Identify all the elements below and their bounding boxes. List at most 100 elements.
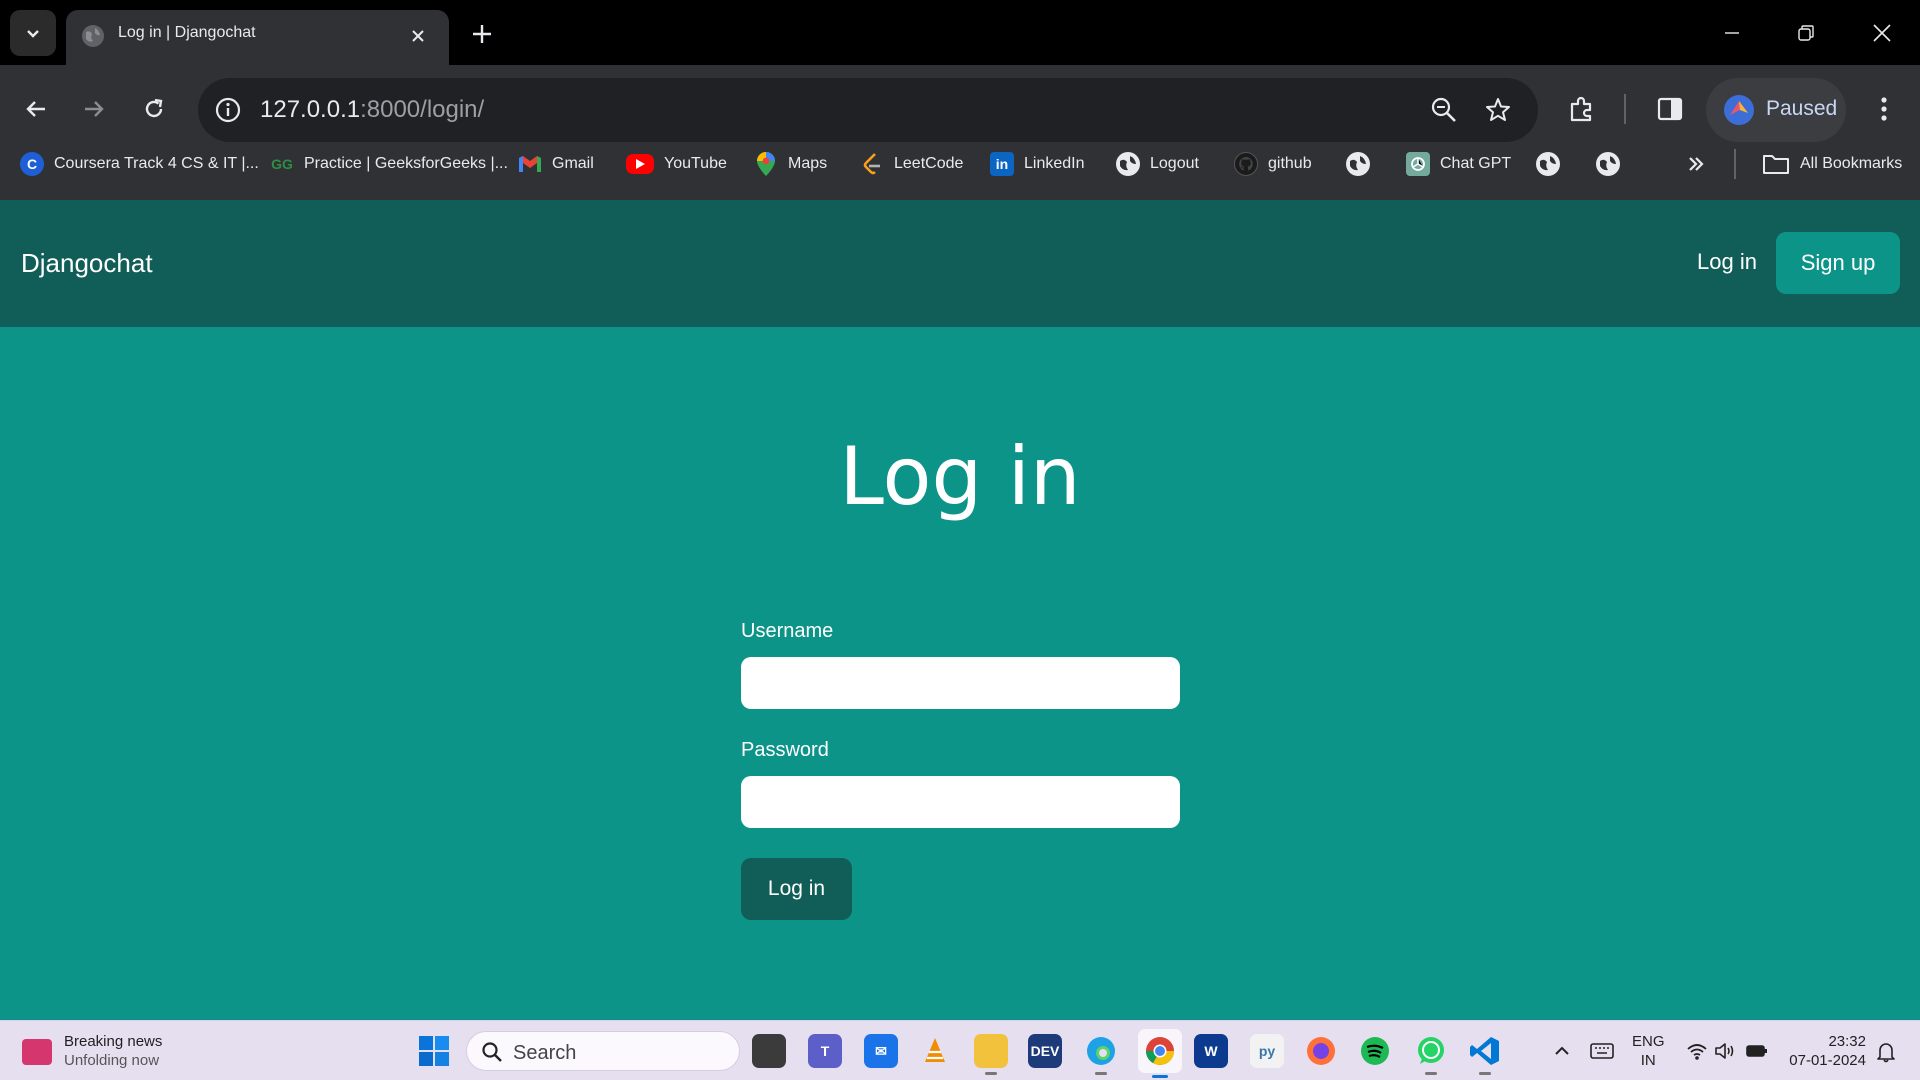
globe-icon [82,25,104,47]
bookmark-coursera[interactable]: C Coursera Track 4 CS & IT |... [20,142,259,186]
spotify-icon[interactable] [1358,1034,1392,1068]
side-panel-button[interactable] [1648,87,1692,131]
bookmark-chatgpt[interactable]: Chat GPT [1406,142,1511,186]
bookmark-globe-2[interactable] [1536,142,1560,186]
globe-icon [1596,152,1620,176]
keyboard-icon[interactable] [1590,1041,1614,1061]
firefox-icon[interactable] [1304,1034,1338,1068]
vlc-icon[interactable] [918,1034,952,1068]
gmail-icon [518,152,542,176]
vscode-icon[interactable] [1468,1034,1502,1075]
more-vertical-icon [1881,97,1887,121]
bookmark-linkedin[interactable]: in LinkedIn [990,142,1085,186]
bookmark-leetcode[interactable]: LeetCode [860,142,963,186]
bookmark-globe-3[interactable] [1596,142,1620,186]
browser-tab-strip: Log in | Djangochat [0,0,1920,65]
site-brand[interactable]: Djangochat [21,248,153,279]
url-text[interactable]: 127.0.0.1:8000/login/ [260,96,484,124]
globe-icon [1116,152,1140,176]
bookmark-star-icon[interactable] [1484,96,1512,124]
clock-date: 07-01-2024 [1789,1052,1866,1069]
file-explorer-icon[interactable] [974,1034,1008,1075]
toolbar-separator [1624,94,1626,124]
close-tab-icon[interactable] [406,24,430,48]
restore-button[interactable] [1776,10,1836,56]
whatsapp-icon[interactable] [1414,1034,1448,1075]
tab-search-button[interactable] [10,10,56,56]
wattpad-icon[interactable]: W [1194,1034,1228,1068]
windows-start-icon[interactable] [418,1035,450,1067]
chrome-icon[interactable] [1138,1029,1182,1078]
battery-icon[interactable] [1746,1041,1768,1061]
avatar-bird-icon [1730,101,1748,115]
bookmark-youtube[interactable]: YouTube [626,142,727,186]
github-icon [1234,152,1258,176]
address-bar[interactable]: 127.0.0.1:8000/login/ [198,78,1538,142]
profile-button[interactable]: Paused [1706,78,1846,142]
bookmark-github[interactable]: github [1234,142,1312,186]
taskbar-search-box[interactable]: Search [466,1031,740,1071]
new-tab-button[interactable] [462,14,502,54]
search-placeholder: Search [513,1042,577,1064]
chevron-down-icon [27,30,39,38]
site-navbar: Djangochat Log in Sign up [0,200,1920,327]
tab-title: Log in | Djangochat [118,24,256,41]
notifications-bell-icon[interactable] [1876,1041,1896,1063]
edge-icon[interactable] [1084,1034,1118,1075]
leetcode-icon [860,152,884,176]
login-submit-button[interactable]: Log in [741,858,852,920]
back-button[interactable] [14,87,58,131]
folder-icon [1763,155,1789,174]
windows-taskbar: Breaking news Unfolding now Search T ✉ D… [0,1020,1920,1080]
linkedin-icon: in [990,152,1014,176]
teams-icon[interactable]: T [808,1034,842,1068]
close-window-button[interactable] [1852,10,1912,56]
wifi-icon[interactable] [1686,1041,1708,1061]
maps-icon [754,152,778,176]
language-indicator[interactable]: ENG IN [1632,1032,1665,1070]
news-subtitle: Unfolding now [64,1052,160,1069]
bookmark-maps[interactable]: Maps [754,142,827,186]
reload-button[interactable] [132,87,176,131]
chevron-double-right-icon [1689,157,1704,171]
bookmark-geeksforgeeks[interactable]: GG Practice | GeeksforGeeks |... [270,142,508,186]
task-view-icon[interactable] [752,1034,786,1068]
youtube-icon [626,154,654,174]
dev-community-icon[interactable]: DEV [1028,1034,1062,1068]
globe-icon [1346,152,1370,176]
chrome-menu-button[interactable] [1862,87,1906,131]
all-bookmarks-button[interactable]: All Bookmarks [1762,142,1902,186]
chatgpt-icon [1406,152,1430,176]
reload-icon [145,98,163,118]
extensions-button[interactable] [1560,87,1604,131]
active-tab[interactable]: Log in | Djangochat [66,10,449,65]
puzzle-icon [1570,96,1592,122]
news-icon [22,1039,52,1065]
nav-login-link[interactable]: Log in [1697,249,1757,275]
show-hidden-icons-chevron-up-icon[interactable] [1552,1041,1572,1061]
bookmark-logout[interactable]: Logout [1116,142,1199,186]
clock[interactable]: 23:32 07-01-2024 [1786,1032,1866,1070]
coursera-icon: C [20,152,44,176]
minimize-button[interactable] [1702,10,1762,56]
search-icon [482,1042,502,1062]
restore-icon [1798,25,1814,41]
bookmarks-overflow-button[interactable] [1686,142,1706,186]
forward-button[interactable] [72,87,116,131]
site-info-icon[interactable] [214,96,242,124]
zoom-icon[interactable] [1430,96,1458,124]
password-input[interactable] [741,776,1180,828]
back-arrow-icon [26,101,45,117]
bookmark-globe-1[interactable] [1346,142,1370,186]
mail-icon[interactable]: ✉ [864,1034,898,1068]
volume-icon[interactable] [1714,1041,1736,1061]
username-input[interactable] [741,657,1180,709]
python-file-icon[interactable]: py [1250,1034,1284,1068]
news-title: Breaking news [64,1033,163,1050]
bookmarks-bar: C Coursera Track 4 CS & IT |... GG Pract… [0,142,1920,200]
plus-icon [473,25,491,43]
nav-signup-button[interactable]: Sign up [1776,232,1900,294]
geeksforgeeks-icon: GG [271,156,293,172]
bookmark-gmail[interactable]: Gmail [518,142,594,186]
avatar [1724,95,1754,125]
